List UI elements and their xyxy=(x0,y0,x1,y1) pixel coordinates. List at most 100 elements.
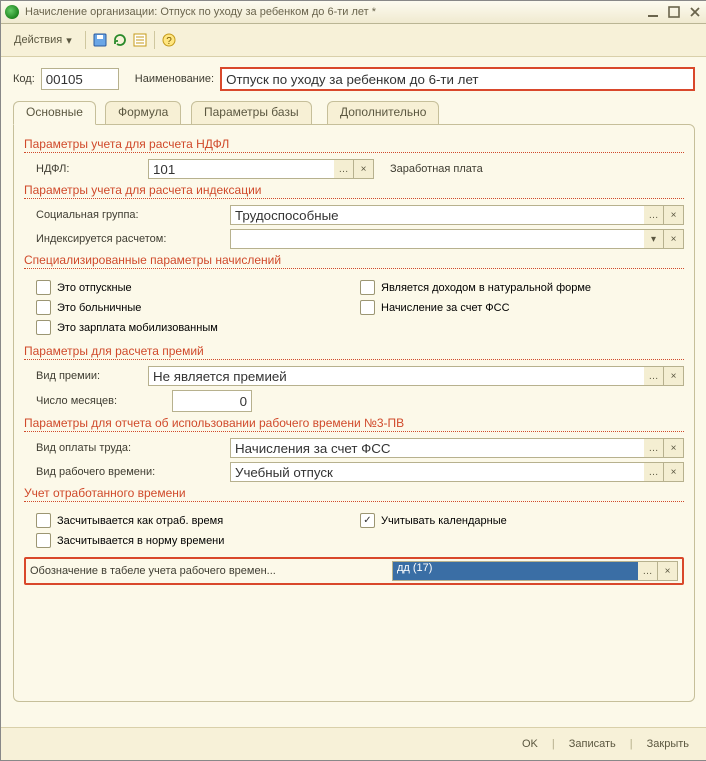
tab-main[interactable]: Основные xyxy=(13,101,96,125)
app-icon xyxy=(5,5,19,19)
pay-kind-lookup[interactable]: … × xyxy=(230,438,684,458)
maximize-button[interactable] xyxy=(665,4,682,21)
tabel-row: Обозначение в табеле учета рабочего врем… xyxy=(24,557,684,585)
checkbox-icon xyxy=(360,513,375,528)
clear-button[interactable]: × xyxy=(664,438,684,458)
tab-label: Формула xyxy=(118,105,168,119)
section-spec: Специализированные параметры начислений xyxy=(24,253,684,269)
name-label: Наименование: xyxy=(135,73,214,85)
cb-label: Засчитывается как отраб. время xyxy=(57,515,223,527)
ok-button[interactable]: OK xyxy=(516,734,544,754)
section-index: Параметры учета для расчета индексации xyxy=(24,183,684,199)
idx-label: Индексируется расчетом: xyxy=(36,233,222,245)
picker-button[interactable]: … xyxy=(644,438,664,458)
soc-lookup[interactable]: … × xyxy=(230,205,684,225)
close-button[interactable] xyxy=(686,4,703,21)
cb-label: Начисление за счет ФСС xyxy=(381,302,510,314)
pay-kind-value[interactable] xyxy=(230,438,644,458)
work-kind-value[interactable] xyxy=(230,462,644,482)
picker-button[interactable]: … xyxy=(644,366,664,386)
checkbox-icon xyxy=(360,280,375,295)
tabel-lookup[interactable]: дд (17) … × xyxy=(392,561,678,581)
toolbar: Действия ▾ ? xyxy=(1,24,706,57)
checkbox-icon xyxy=(36,513,51,528)
picker-button[interactable]: … xyxy=(644,205,664,225)
separator: | xyxy=(552,738,555,750)
work-kind-label: Вид рабочего времени: xyxy=(36,466,222,478)
cb-label: Является доходом в натуральной форме xyxy=(381,282,591,294)
separator xyxy=(154,31,155,49)
section-ndfl: Параметры учета для расчета НДФЛ xyxy=(24,137,684,153)
actions-label: Действия xyxy=(14,34,62,46)
dropdown-button[interactable]: ▾ xyxy=(644,229,664,249)
section-bonus: Параметры для расчета премий xyxy=(24,344,684,360)
cb-label: Это отпускные xyxy=(57,282,132,294)
cb-in-norm[interactable]: Засчитывается в норму времени xyxy=(36,533,360,548)
code-input[interactable] xyxy=(41,68,119,90)
picker-button[interactable]: … xyxy=(644,462,664,482)
picker-button[interactable]: … xyxy=(334,159,354,179)
footer: OK | Записать | Закрыть xyxy=(1,727,706,760)
clear-button[interactable]: × xyxy=(354,159,374,179)
clear-button[interactable]: × xyxy=(658,561,678,581)
soc-value[interactable] xyxy=(230,205,644,225)
cb-label: Учитывать календарные xyxy=(381,515,507,527)
work-kind-lookup[interactable]: … × xyxy=(230,462,684,482)
list-icon[interactable] xyxy=(132,32,148,48)
checkbox-icon xyxy=(360,300,375,315)
tab-label: Параметры базы xyxy=(204,105,299,119)
clear-button[interactable]: × xyxy=(664,366,684,386)
cb-fss[interactable]: Начисление за счет ФСС xyxy=(360,300,684,315)
ndfl-label: НДФЛ: xyxy=(36,163,140,175)
idx-value[interactable] xyxy=(230,229,644,249)
cb-label: Это зарплата мобилизованным xyxy=(57,322,218,334)
ndfl-lookup[interactable]: … × xyxy=(148,159,374,179)
window-title: Начисление организации: Отпуск по уходу … xyxy=(25,6,640,18)
bonus-months-label: Число месяцев: xyxy=(36,395,164,407)
cb-calendar[interactable]: Учитывать календарные xyxy=(360,513,684,528)
cb-mobil[interactable]: Это зарплата мобилизованным xyxy=(36,320,360,335)
close-footer-button[interactable]: Закрыть xyxy=(641,734,695,754)
bonus-kind-lookup[interactable]: … × xyxy=(148,366,684,386)
bonus-months-input[interactable] xyxy=(172,390,252,412)
checkbox-icon xyxy=(36,300,51,315)
code-label: Код: xyxy=(13,73,35,85)
tab-formula[interactable]: Формула xyxy=(105,101,181,125)
tab-params[interactable]: Параметры базы xyxy=(191,101,312,125)
tabel-value[interactable]: дд (17) xyxy=(392,561,638,581)
tab-page-main: Параметры учета для расчета НДФЛ НДФЛ: …… xyxy=(13,124,695,702)
clear-button[interactable]: × xyxy=(664,205,684,225)
tabel-label: Обозначение в табеле учета рабочего врем… xyxy=(30,565,388,577)
svg-text:?: ? xyxy=(166,36,172,47)
ndfl-value[interactable] xyxy=(148,159,334,179)
cb-as-worked[interactable]: Засчитывается как отраб. время xyxy=(36,513,360,528)
save-icon[interactable] xyxy=(92,32,108,48)
help-icon[interactable]: ? xyxy=(161,32,177,48)
cb-sick[interactable]: Это больничные xyxy=(36,300,360,315)
cb-vacation[interactable]: Это отпускные xyxy=(36,280,360,295)
cb-label: Засчитывается в норму времени xyxy=(57,535,224,547)
clear-button[interactable]: × xyxy=(664,229,684,249)
cb-label: Это больничные xyxy=(57,302,141,314)
section-report: Параметры для отчета об использовании ра… xyxy=(24,416,684,432)
checkbox-icon xyxy=(36,320,51,335)
clear-button[interactable]: × xyxy=(664,462,684,482)
cb-natural[interactable]: Является доходом в натуральной форме xyxy=(360,280,684,295)
separator xyxy=(85,31,86,49)
minimize-button[interactable] xyxy=(644,4,661,21)
ndfl-description: Заработная плата xyxy=(390,163,483,175)
bonus-kind-label: Вид премии: xyxy=(36,370,140,382)
bonus-kind-value[interactable] xyxy=(148,366,644,386)
idx-lookup[interactable]: ▾ × xyxy=(230,229,684,249)
save-button[interactable]: Записать xyxy=(563,734,622,754)
tab-extra[interactable]: Дополнительно xyxy=(327,101,439,125)
name-input[interactable] xyxy=(220,67,695,91)
checkbox-icon xyxy=(36,533,51,548)
soc-label: Социальная группа: xyxy=(36,209,222,221)
refresh-icon[interactable] xyxy=(112,32,128,48)
separator: | xyxy=(630,738,633,750)
actions-menu[interactable]: Действия ▾ xyxy=(7,31,79,50)
picker-button[interactable]: … xyxy=(638,561,658,581)
titlebar: Начисление организации: Отпуск по уходу … xyxy=(1,1,706,24)
chevron-down-icon: ▾ xyxy=(66,34,72,47)
